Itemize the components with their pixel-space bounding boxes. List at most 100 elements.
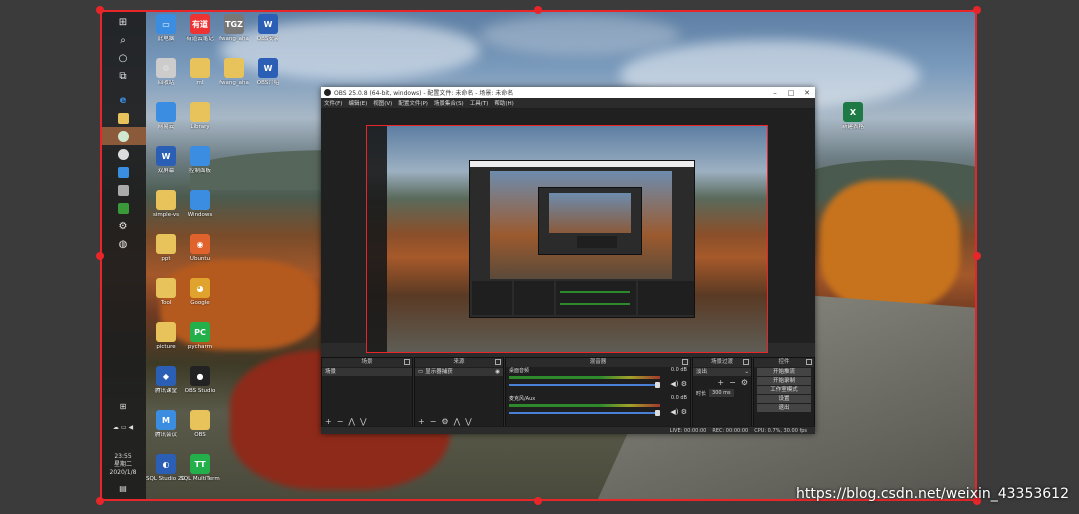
dock-float-icon[interactable] — [806, 359, 812, 365]
settings-gear-icon[interactable]: ⚙ — [681, 408, 687, 416]
remove-icon[interactable]: − — [337, 417, 344, 426]
maximize-icon[interactable]: □ — [783, 89, 799, 97]
desktop-icon[interactable]: picture — [148, 322, 184, 350]
desktop-icon[interactable]: ♲ 回收站 — [148, 58, 184, 86]
settings-gear-icon[interactable]: ⚙ — [741, 378, 748, 387]
speaker-icon[interactable]: ◀) — [670, 380, 678, 388]
desktop-icon[interactable]: ▭ 此电脑 — [148, 14, 184, 42]
desktop-icon[interactable]: ◉ Ubuntu — [182, 234, 218, 262]
desktop-icon[interactable]: OBS — [182, 410, 218, 438]
obs-menu-item[interactable]: 文件(F) — [324, 99, 342, 107]
desktop-icon[interactable]: 控制面板 — [182, 146, 218, 174]
wechat-icon[interactable] — [100, 127, 146, 145]
minimize-icon[interactable]: – — [767, 89, 783, 97]
windows-start-icon[interactable]: ⊞ — [100, 13, 146, 31]
dock-float-icon[interactable] — [404, 359, 410, 365]
start-recording-button[interactable]: 开始录制 — [757, 377, 811, 385]
obs-preview[interactable] — [321, 109, 815, 353]
move-up-icon[interactable]: ⋀ — [348, 417, 355, 426]
transition-select[interactable]: 淡出 ⌄ — [693, 368, 751, 376]
obs-window[interactable]: OBS 25.0.8 (64-bit, windows) - 配置文件: 未命名… — [321, 87, 815, 434]
desktop-icon[interactable]: ppt — [148, 234, 184, 262]
settings-gear-icon[interactable]: ⚙ — [681, 380, 687, 388]
desktop-icon[interactable]: W OBS安装 — [250, 14, 286, 42]
speaker-icon[interactable]: ◀) — [670, 408, 678, 416]
desktop-icon[interactable]: ◆ 腾讯课堂 — [148, 366, 184, 394]
file-explorer-icon[interactable] — [100, 109, 146, 127]
resize-handle[interactable] — [96, 6, 104, 14]
desktop-icon[interactable]: PC pycharm — [182, 322, 218, 350]
scene-item[interactable]: 场景 — [322, 368, 412, 376]
obs-menu-item[interactable]: 视图(V) — [373, 99, 392, 107]
obs-menu-item[interactable]: 场景集合(S) — [434, 99, 464, 107]
resize-handle[interactable] — [96, 497, 104, 505]
duration-input[interactable]: 300 ms — [709, 389, 734, 397]
remove-icon[interactable]: − — [729, 378, 736, 387]
cortana-icon[interactable]: ○ — [100, 49, 146, 67]
resize-handle[interactable] — [973, 6, 981, 14]
desktop-icon[interactable]: ◐SQL Studio 2017 — [146, 454, 186, 482]
source-item[interactable]: ▭ 显示器捕获 ◉ — [415, 368, 503, 376]
settings-button[interactable]: 设置 — [757, 395, 811, 403]
desktop-icon-excel[interactable]: X 新建表格 — [835, 102, 871, 130]
desktop-icon[interactable]: Library — [182, 102, 218, 130]
search-icon[interactable]: ⌕ — [100, 31, 146, 49]
obs-menu-item[interactable]: 工具(T) — [470, 99, 489, 107]
dock-float-icon[interactable] — [682, 359, 688, 365]
visibility-eye-icon[interactable]: ◉ — [495, 368, 503, 376]
resize-handle[interactable] — [973, 252, 981, 260]
fader-knob[interactable] — [655, 410, 660, 416]
fader-knob[interactable] — [655, 382, 660, 388]
cloud-icon[interactable]: ☁ — [113, 424, 119, 431]
exit-button[interactable]: 退出 — [757, 404, 811, 412]
studio-mode-button[interactable]: 工作室模式 — [757, 386, 811, 394]
desktop-icon[interactable]: Tool — [148, 278, 184, 306]
desktop-icon[interactable]: TT SQL MultiTerm — [180, 454, 220, 482]
desktop-icon[interactable]: W 双屏幕 — [148, 146, 184, 174]
resize-handle[interactable] — [534, 497, 542, 505]
obs-menu-item[interactable]: 编辑(E) — [348, 99, 367, 107]
desktop-icon[interactable]: fwang_aha — [216, 58, 252, 86]
add-icon[interactable]: + — [418, 417, 425, 426]
volume-fader[interactable] — [509, 384, 660, 386]
desktop-icon[interactable]: ml — [182, 58, 218, 86]
desktop-icon[interactable]: 有道 有道云笔记 — [182, 14, 218, 42]
dock-float-icon[interactable] — [495, 359, 501, 365]
resize-handle[interactable] — [96, 252, 104, 260]
keyboard-icon[interactable]: ⊞ — [100, 402, 146, 411]
desktop-icon[interactable]: simple-vs — [148, 190, 184, 218]
add-icon[interactable]: + — [325, 417, 332, 426]
edge-icon[interactable]: e — [100, 91, 146, 109]
task-view-icon[interactable]: ⧉ — [100, 67, 146, 85]
start-streaming-button[interactable]: 开始推流 — [757, 368, 811, 376]
settings-gear-icon[interactable]: ⚙ — [100, 217, 146, 235]
network-icon[interactable]: ▭ — [121, 424, 127, 431]
desktop-icon[interactable]: TGZ fwang_aha — [216, 14, 252, 42]
desktop-icon[interactable]: ◕ Google — [182, 278, 218, 306]
desktop-icon[interactable]: Windows — [182, 190, 218, 218]
app-icon[interactable] — [100, 181, 146, 199]
obs-menu-item[interactable]: 帮助(H) — [494, 99, 513, 107]
desktop-icon[interactable]: M 腾讯会议 — [148, 410, 184, 438]
remove-icon[interactable]: − — [430, 417, 437, 426]
volume-fader[interactable] — [509, 412, 660, 414]
close-icon[interactable]: ✕ — [799, 89, 815, 97]
system-tray[interactable]: ☁ ▭ ◀ — [100, 424, 146, 431]
app-icon[interactable] — [100, 199, 146, 217]
volume-icon[interactable]: ◀ — [129, 424, 134, 431]
desktop-icon[interactable]: ● OBS Studio — [182, 366, 218, 394]
settings-gear-icon[interactable]: ⚙ — [441, 417, 448, 426]
resize-handle[interactable] — [534, 6, 542, 14]
taskbar-clock[interactable]: 23:55 星期二 2020/1/8 — [100, 453, 146, 477]
app-icon[interactable] — [100, 163, 146, 181]
move-down-icon[interactable]: ⋁ — [465, 417, 472, 426]
obs-title-bar[interactable]: OBS 25.0.8 (64-bit, windows) - 配置文件: 未命名… — [321, 87, 815, 98]
add-icon[interactable]: + — [717, 378, 724, 387]
dock-float-icon[interactable] — [743, 359, 749, 365]
notification-icon[interactable]: ▤ — [100, 484, 146, 493]
move-down-icon[interactable]: ⋁ — [360, 417, 367, 426]
app-icon[interactable] — [100, 145, 146, 163]
desktop-icon[interactable]: 网易云 — [148, 102, 184, 130]
desktop-icon[interactable]: W OBS介绍 — [250, 58, 286, 86]
move-up-icon[interactable]: ⋀ — [454, 417, 461, 426]
